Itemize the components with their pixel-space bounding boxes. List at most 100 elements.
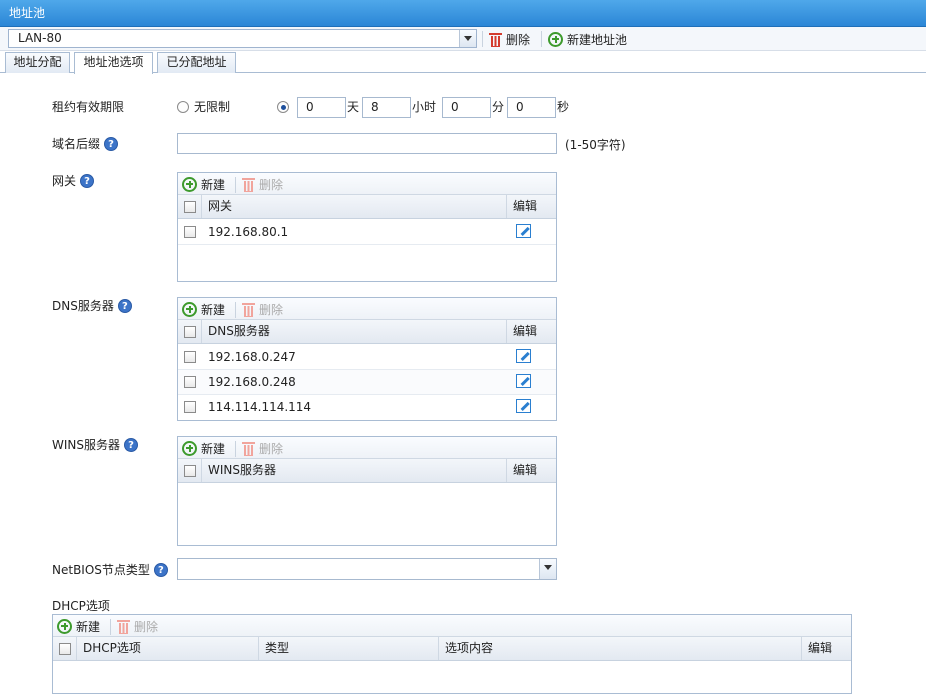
column-header[interactable]: 编辑	[506, 459, 556, 482]
lease-hours-input[interactable]: 8	[362, 97, 411, 118]
pool-select-value: LAN-80	[18, 31, 62, 45]
delete-label: 删除	[259, 177, 284, 192]
new-pool-button[interactable]: 新建地址池	[548, 30, 627, 48]
dhcp-options-label-text: DHCP选项	[52, 599, 110, 613]
table-row[interactable]: 192.168.80.1	[178, 220, 556, 245]
wins-delete-button[interactable]: 删除	[242, 439, 283, 457]
lease-seconds-unit: 秒	[557, 100, 570, 114]
column-header[interactable]: 编辑	[801, 637, 851, 660]
wins-grid-toolbar: 新建 删除	[178, 437, 556, 459]
netbios-select[interactable]	[177, 558, 557, 580]
tab-allocated-addresses[interactable]: 已分配地址	[157, 52, 236, 73]
wins-label-text: WINS服务器	[52, 438, 120, 452]
toolbar-separator	[541, 31, 542, 47]
dhcp-delete-button[interactable]: 删除	[117, 617, 158, 635]
trash-icon	[117, 619, 130, 634]
column-header[interactable]: DHCP选项	[76, 637, 258, 660]
trash-icon	[242, 177, 255, 192]
help-icon[interactable]: ?	[80, 173, 95, 188]
toolbar-separator	[235, 302, 236, 318]
lease-unlimited-radio[interactable]	[177, 101, 189, 113]
column-header[interactable]: DNS服务器	[201, 320, 506, 343]
row-checkbox[interactable]	[184, 351, 196, 363]
table-row[interactable]: 192.168.0.248	[178, 370, 556, 395]
row-checkbox[interactable]	[184, 401, 196, 413]
lease-minutes-unit: 分	[492, 100, 505, 114]
pool-select[interactable]: LAN-80	[8, 29, 477, 48]
add-circle-icon	[548, 31, 563, 47]
netbios-label: NetBIOS节点类型 ?	[52, 561, 168, 578]
column-header[interactable]: 编辑	[506, 195, 556, 218]
lease-minutes-input[interactable]: 0	[442, 97, 491, 118]
table-row[interactable]: 114.114.114.114	[178, 395, 556, 420]
lease-seconds-input[interactable]: 0	[507, 97, 556, 118]
select-all-checkbox[interactable]	[184, 465, 196, 477]
toolbar-separator	[482, 31, 483, 47]
lease-days-input[interactable]: 0	[297, 97, 346, 118]
edit-icon[interactable]	[516, 349, 531, 363]
help-icon[interactable]: ?	[117, 298, 132, 313]
help-icon[interactable]: ?	[104, 136, 119, 151]
new-label: 新建	[201, 441, 226, 456]
trash-icon	[242, 302, 255, 317]
help-icon[interactable]: ?	[153, 562, 168, 577]
dns-label: DNS服务器 ?	[52, 297, 132, 314]
tab-address-allocation[interactable]: 地址分配	[5, 52, 70, 73]
table-row[interactable]: 192.168.0.247	[178, 345, 556, 370]
delete-pool-button[interactable]: 删除	[489, 30, 530, 48]
delete-label: 删除	[134, 619, 159, 634]
netbios-label-text: NetBIOS节点类型	[52, 563, 150, 577]
column-header[interactable]: 编辑	[506, 320, 556, 343]
row-checkbox[interactable]	[184, 226, 196, 238]
column-header[interactable]: 网关	[201, 195, 506, 218]
trash-icon	[489, 32, 502, 47]
gateway-new-button[interactable]: 新建	[182, 175, 225, 193]
lease-hours-unit: 小时	[412, 100, 437, 114]
select-all-checkbox[interactable]	[184, 326, 196, 338]
gateway-grid: 新建 删除 网关 编辑 192.168.80.1	[177, 172, 557, 282]
toolbar-separator	[235, 177, 236, 193]
lease-unlimited-label: 无限制	[194, 100, 231, 114]
new-label: 新建	[201, 177, 226, 192]
lease-label: 租约有效期限	[52, 98, 124, 115]
dhcp-options-label: DHCP选项	[52, 597, 110, 614]
select-all-checkbox[interactable]	[59, 643, 71, 655]
add-circle-icon	[182, 440, 197, 456]
gateway-grid-header: 网关 编辑	[178, 195, 556, 219]
dns-grid-header: DNS服务器 编辑	[178, 320, 556, 344]
gateway-delete-button[interactable]: 删除	[242, 175, 283, 193]
add-circle-icon	[182, 176, 197, 192]
dns-grid-toolbar: 新建 删除	[178, 298, 556, 320]
edit-icon[interactable]	[516, 374, 531, 388]
wins-new-button[interactable]: 新建	[182, 439, 225, 457]
dhcp-options-grid: 新建 删除 DHCP选项 类型 选项内容 编辑	[52, 614, 852, 694]
trash-icon	[242, 441, 255, 456]
domain-suffix-hint: (1-50字符)	[565, 138, 626, 152]
row-checkbox[interactable]	[184, 376, 196, 388]
select-all-checkbox[interactable]	[184, 201, 196, 213]
window-title: 地址池	[0, 0, 926, 27]
add-circle-icon	[57, 618, 72, 634]
wins-label: WINS服务器 ?	[52, 436, 138, 453]
chevron-down-icon[interactable]	[539, 559, 556, 579]
delete-label: 删除	[259, 441, 284, 456]
domain-suffix-label: 域名后缀 ?	[52, 135, 119, 152]
column-header[interactable]: 选项内容	[438, 637, 801, 660]
chevron-down-icon[interactable]	[459, 30, 476, 47]
dns-grid: 新建 删除 DNS服务器 编辑 192.168.0.247 192.168.0.…	[177, 297, 557, 421]
edit-icon[interactable]	[516, 224, 531, 238]
dns-delete-button[interactable]: 删除	[242, 300, 283, 318]
help-icon[interactable]: ?	[124, 437, 138, 452]
column-header[interactable]: WINS服务器	[201, 459, 506, 482]
dns-new-button[interactable]: 新建	[182, 300, 225, 318]
new-label: 新建	[201, 302, 226, 317]
toolbar-separator	[235, 441, 236, 457]
dhcp-new-button[interactable]: 新建	[57, 617, 100, 635]
dns-value: 192.168.0.247	[208, 350, 296, 364]
domain-suffix-input[interactable]	[177, 133, 557, 154]
column-header[interactable]: 类型	[258, 637, 438, 660]
lease-duration-radio[interactable]	[277, 101, 289, 113]
tab-pool-options[interactable]: 地址池选项	[74, 52, 153, 74]
edit-icon[interactable]	[516, 399, 531, 413]
gateway-grid-toolbar: 新建 删除	[178, 173, 556, 195]
